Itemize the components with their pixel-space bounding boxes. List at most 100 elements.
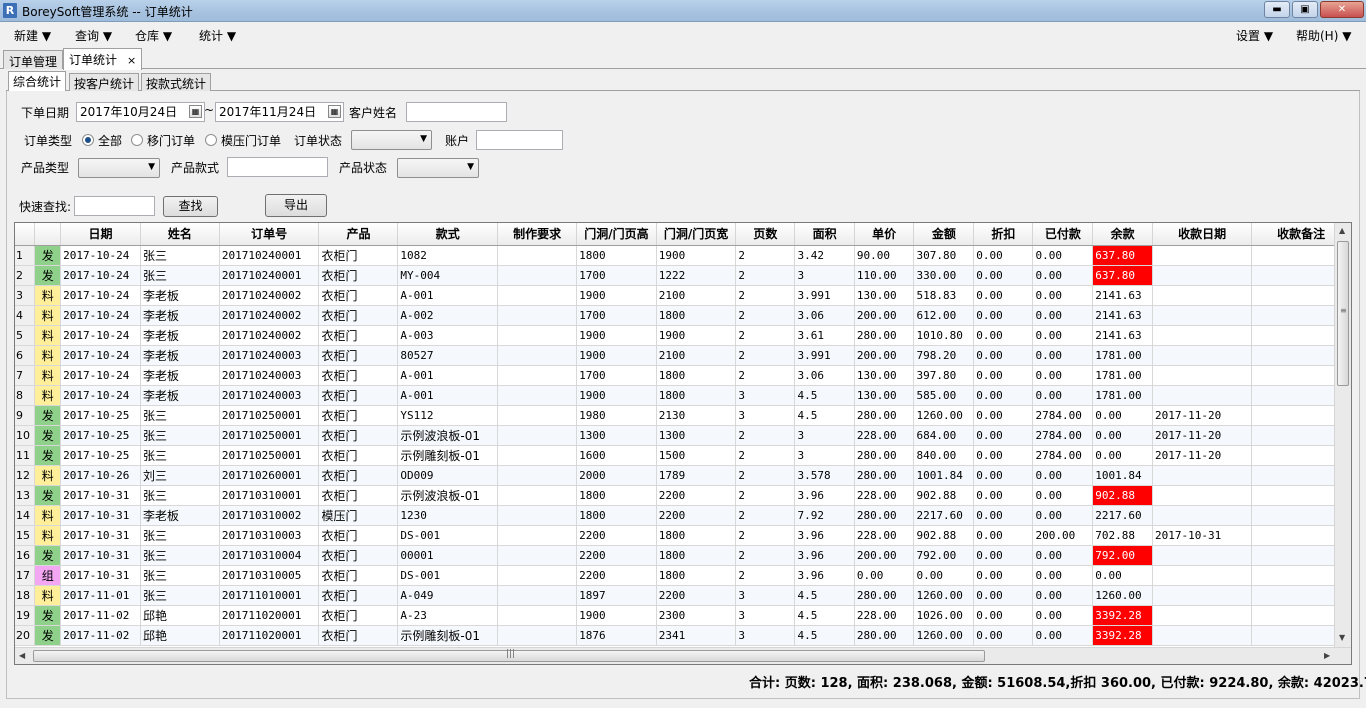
- payment-date-cell[interactable]: 2017-11-20: [1152, 445, 1253, 466]
- requirements-cell[interactable]: [497, 445, 578, 466]
- pages-cell[interactable]: 2: [735, 525, 796, 546]
- height-cell[interactable]: 1300: [576, 425, 657, 446]
- payment-date-cell[interactable]: [1152, 485, 1253, 506]
- unit-price-cell[interactable]: 200.00: [854, 545, 915, 566]
- order-no-cell[interactable]: 201711010001: [219, 585, 320, 606]
- area-cell[interactable]: 3.61: [794, 325, 855, 346]
- amount-cell[interactable]: 1010.80: [913, 325, 975, 346]
- unit-price-cell[interactable]: 228.00: [854, 605, 915, 626]
- width-cell[interactable]: 1800: [656, 545, 737, 566]
- product-cell[interactable]: 衣柜门: [318, 365, 399, 386]
- style-cell[interactable]: 示例波浪板-01: [397, 425, 498, 446]
- product-cell[interactable]: 衣柜门: [318, 285, 399, 306]
- area-cell[interactable]: 3: [794, 445, 855, 466]
- width-cell[interactable]: 1900: [656, 245, 737, 266]
- table-row[interactable]: 12 料 2017-10-26 刘三 201710260001 衣柜门 OD009 2000 1…: [15, 465, 1351, 486]
- column-header-type[interactable]: [34, 223, 62, 246]
- calendar-icon[interactable]: ▦: [189, 105, 202, 118]
- product-cell[interactable]: 衣柜门: [318, 325, 399, 346]
- date-cell[interactable]: 2017-10-25: [60, 445, 141, 466]
- row-number[interactable]: 7: [15, 365, 36, 386]
- balance-cell[interactable]: 702.88: [1092, 525, 1153, 546]
- table-row[interactable]: 11 发 2017-10-25 张三 201710250001 衣柜门 示例雕刻板-01 16…: [15, 445, 1351, 466]
- name-cell[interactable]: 张三: [140, 265, 220, 286]
- column-header-name[interactable]: 姓名: [140, 223, 220, 246]
- order-type-cell[interactable]: 料: [34, 465, 62, 486]
- discount-cell[interactable]: 0.00: [973, 585, 1034, 606]
- paid-cell[interactable]: 0.00: [1032, 245, 1094, 266]
- order-no-cell[interactable]: 201710310001: [219, 485, 320, 506]
- minimize-button[interactable]: ▬: [1264, 1, 1290, 18]
- height-cell[interactable]: 1600: [576, 445, 657, 466]
- area-cell[interactable]: 4.5: [794, 385, 855, 406]
- style-cell[interactable]: 00001: [397, 545, 498, 566]
- area-cell[interactable]: 3.578: [794, 465, 855, 486]
- amount-cell[interactable]: 518.83: [913, 285, 975, 306]
- requirements-cell[interactable]: [497, 485, 578, 506]
- balance-cell[interactable]: 1781.00: [1092, 345, 1153, 366]
- width-cell[interactable]: 2130: [656, 405, 737, 426]
- product-cell[interactable]: 衣柜门: [318, 625, 399, 646]
- width-cell[interactable]: 1900: [656, 325, 737, 346]
- height-cell[interactable]: 1800: [576, 245, 657, 266]
- discount-cell[interactable]: 0.00: [973, 365, 1034, 386]
- table-row[interactable]: 2 发 2017-10-24 张三 201710240001 衣柜门 MY-004 1700 1…: [15, 265, 1351, 286]
- discount-cell[interactable]: 0.00: [973, 265, 1034, 286]
- unit-price-cell[interactable]: 130.00: [854, 285, 915, 306]
- style-cell[interactable]: DS-001: [397, 525, 498, 546]
- product-cell[interactable]: 衣柜门: [318, 525, 399, 546]
- tab-overall-stats[interactable]: 综合统计: [8, 71, 67, 92]
- order-no-cell[interactable]: 201710310003: [219, 525, 320, 546]
- name-cell[interactable]: 张三: [140, 545, 220, 566]
- tab-order-management[interactable]: 订单管理: [3, 50, 64, 69]
- unit-price-cell[interactable]: 200.00: [854, 305, 915, 326]
- order-type-cell[interactable]: 发: [34, 485, 62, 506]
- discount-cell[interactable]: 0.00: [973, 405, 1034, 426]
- area-cell[interactable]: 3.96: [794, 565, 855, 586]
- name-cell[interactable]: 张三: [140, 485, 220, 506]
- pages-cell[interactable]: 2: [735, 365, 796, 386]
- menu-query[interactable]: 查询 ▼: [75, 27, 112, 44]
- height-cell[interactable]: 2000: [576, 465, 657, 486]
- quick-search-input[interactable]: [74, 196, 155, 216]
- balance-cell[interactable]: 3392.28: [1092, 605, 1153, 626]
- date-to-picker[interactable]: 2017年11月24日 ▦: [215, 102, 344, 122]
- balance-cell[interactable]: 792.00: [1092, 545, 1153, 566]
- order-no-cell[interactable]: 201710240003: [219, 365, 320, 386]
- payment-date-cell[interactable]: [1152, 465, 1253, 486]
- discount-cell[interactable]: 0.00: [973, 445, 1034, 466]
- column-header-order-no[interactable]: 订单号: [219, 223, 320, 246]
- column-header-area[interactable]: 面积: [794, 223, 855, 246]
- name-cell[interactable]: 李老板: [140, 345, 220, 366]
- balance-cell[interactable]: 2141.63: [1092, 325, 1153, 346]
- pages-cell[interactable]: 2: [735, 465, 796, 486]
- payment-date-cell[interactable]: [1152, 245, 1253, 266]
- order-no-cell[interactable]: 201711020001: [219, 605, 320, 626]
- table-row[interactable]: 17 组 2017-10-31 张三 201710310005 衣柜门 DS-001 2200…: [15, 565, 1351, 586]
- amount-cell[interactable]: 684.00: [913, 425, 975, 446]
- style-cell[interactable]: A-23: [397, 605, 498, 626]
- order-table[interactable]: 日期 姓名 订单号 产品 款式 制作要求 门洞/门页高 门洞/门页宽 页数 面积…: [14, 222, 1352, 665]
- amount-cell[interactable]: 1260.00: [913, 585, 975, 606]
- product-cell[interactable]: 衣柜门: [318, 425, 399, 446]
- amount-cell[interactable]: 1260.00: [913, 405, 975, 426]
- table-row[interactable]: 13 发 2017-10-31 张三 201710310001 衣柜门 示例波浪板-01 18…: [15, 485, 1351, 506]
- column-header-balance[interactable]: 余款: [1092, 223, 1153, 246]
- table-row[interactable]: 9 发 2017-10-25 张三 201710250001 衣柜门 YS112 1980 21…: [15, 405, 1351, 426]
- style-cell[interactable]: 80527: [397, 345, 498, 366]
- payment-date-cell[interactable]: [1152, 345, 1253, 366]
- column-header-pages[interactable]: 页数: [735, 223, 796, 246]
- amount-cell[interactable]: 330.00: [913, 265, 975, 286]
- pages-cell[interactable]: 2: [735, 325, 796, 346]
- order-type-cell[interactable]: 发: [34, 245, 62, 266]
- menu-help[interactable]: 帮助(H) ▼: [1296, 27, 1351, 44]
- unit-price-cell[interactable]: 280.00: [854, 445, 915, 466]
- width-cell[interactable]: 2200: [656, 485, 737, 506]
- unit-price-cell[interactable]: 280.00: [854, 505, 915, 526]
- style-cell[interactable]: 示例波浪板-01: [397, 485, 498, 506]
- balance-cell[interactable]: 3392.28: [1092, 625, 1153, 646]
- unit-price-cell[interactable]: 130.00: [854, 385, 915, 406]
- width-cell[interactable]: 2300: [656, 605, 737, 626]
- unit-price-cell[interactable]: 200.00: [854, 345, 915, 366]
- search-button[interactable]: 查找: [163, 196, 218, 217]
